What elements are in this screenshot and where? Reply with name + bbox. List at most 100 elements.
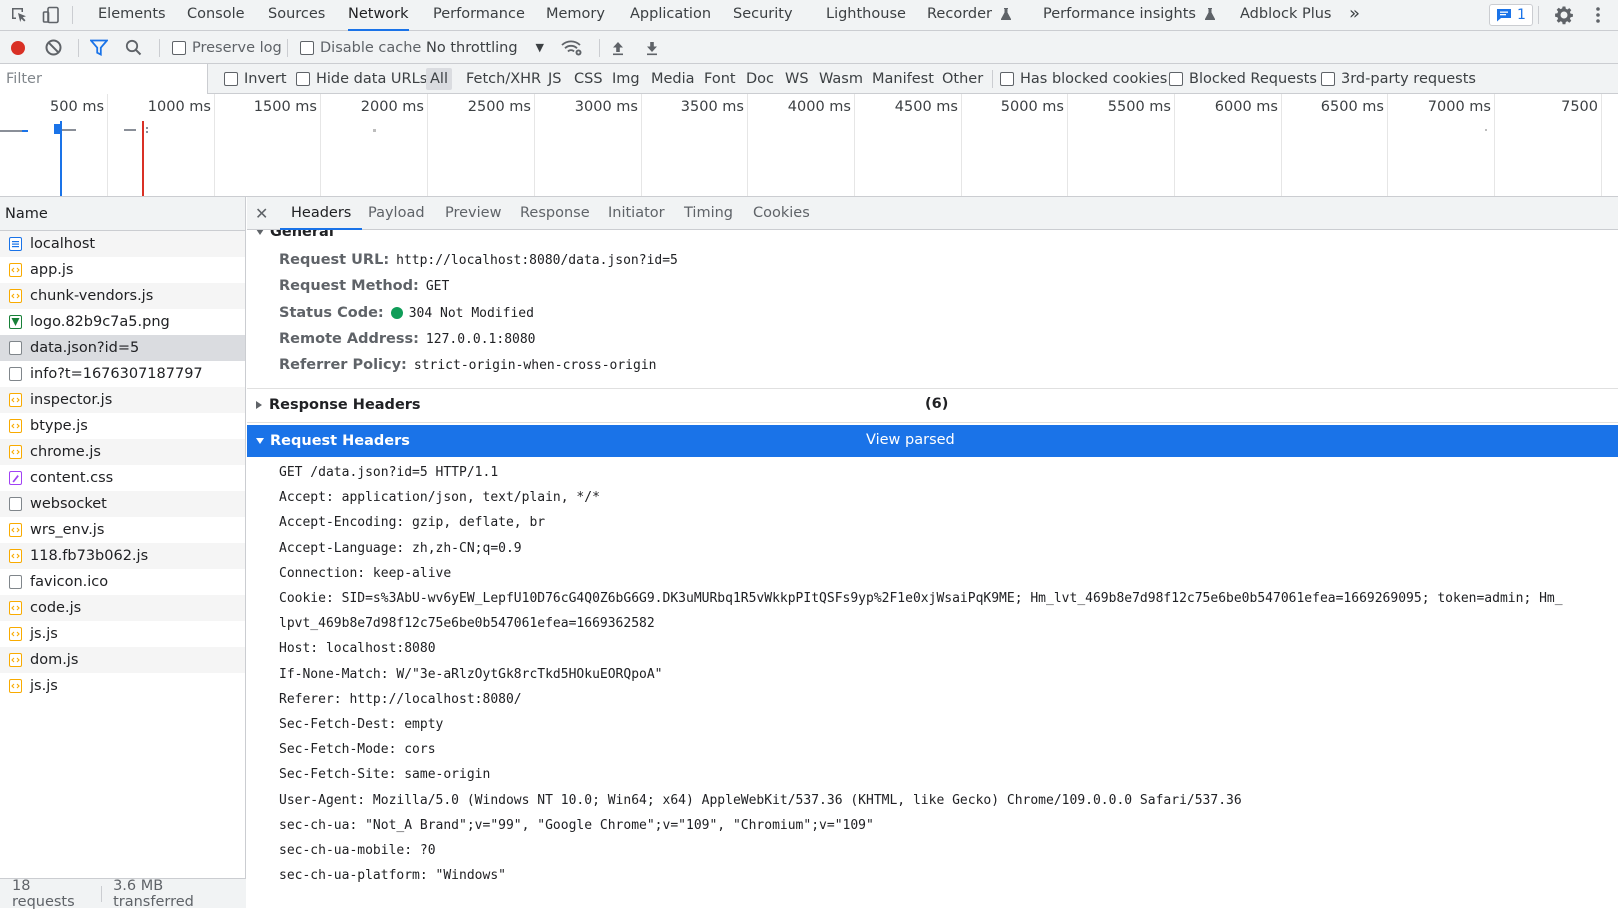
tab-preview[interactable]: Preview (445, 197, 501, 230)
request-row[interactable]: data.json?id=5 (0, 335, 245, 361)
device-toolbar-icon[interactable] (41, 5, 61, 25)
request-header-line: Connection: keep-alive (279, 566, 452, 581)
request-row[interactable]: app.js (0, 257, 245, 283)
tab-timing[interactable]: Timing (684, 197, 733, 230)
request-row[interactable]: chrome.js (0, 439, 245, 465)
request-row[interactable]: chunk-vendors.js (0, 283, 245, 309)
invert-checkbox[interactable]: Invert (224, 64, 287, 94)
type-filter-manifest[interactable]: Manifest (872, 64, 934, 94)
filter-toggle-button[interactable] (90, 31, 108, 64)
request-row[interactable]: js.js (0, 621, 245, 647)
request-row[interactable]: info?t=1676307187797 (0, 361, 245, 387)
type-filter-doc[interactable]: Doc (746, 64, 774, 94)
close-detail-icon[interactable]: ✕ (255, 197, 268, 230)
type-filter-font[interactable]: Font (704, 64, 736, 94)
third-party-requests-checkbox[interactable]: 3rd-party requests (1321, 64, 1476, 94)
view-parsed-link[interactable]: View parsed (866, 432, 955, 448)
type-filter-img[interactable]: Img (612, 64, 640, 94)
general-section-header[interactable]: General (256, 230, 334, 242)
request-row[interactable]: content.css (0, 465, 245, 491)
tab-performance[interactable]: Performance (433, 0, 525, 31)
filter-input[interactable]: Filter (0, 64, 208, 94)
script-file-icon (9, 601, 22, 615)
disable-cache-checkbox[interactable]: Disable cache (300, 31, 421, 64)
record-button[interactable] (10, 31, 26, 64)
type-filter-js[interactable]: JS (548, 64, 561, 94)
tab-elements[interactable]: Elements (98, 0, 166, 31)
preserve-log-label: Preserve log (192, 39, 282, 56)
request-header-line: Accept-Encoding: gzip, deflate, br (279, 515, 546, 530)
import-har-button[interactable] (610, 31, 626, 64)
settings-gear-icon[interactable] (1554, 5, 1574, 25)
request-row[interactable]: websocket (0, 491, 245, 517)
search-icon (125, 39, 142, 56)
request-row[interactable]: code.js (0, 595, 245, 621)
checkbox-box (172, 40, 186, 55)
tab-application[interactable]: Application (630, 0, 711, 31)
throttling-select[interactable]: No throttling ▼ (426, 31, 544, 64)
type-filter-css[interactable]: CSS (574, 64, 603, 94)
type-filter-wasm[interactable]: Wasm (819, 64, 863, 94)
script-file-icon (9, 523, 22, 537)
export-har-button[interactable] (644, 31, 660, 64)
tab-headers[interactable]: Headers (280, 197, 363, 230)
blocked-requests-checkbox[interactable]: Blocked Requests (1169, 64, 1317, 94)
request-row[interactable]: js.js (0, 673, 245, 699)
tab-payload[interactable]: Payload (368, 197, 425, 230)
name-column-header[interactable]: Name (0, 197, 245, 231)
search-button[interactable] (125, 31, 142, 64)
overview-waterfall-bar (146, 127, 148, 129)
tab-lighthouse[interactable]: Lighthouse (826, 0, 906, 31)
preserve-log-checkbox[interactable]: Preserve log (172, 31, 282, 64)
request-row[interactable]: btype.js (0, 413, 245, 439)
inspect-element-icon[interactable] (9, 5, 29, 25)
header-value: 304 Not Modified (408, 305, 534, 321)
network-overview-timeline[interactable]: 500 ms 1000 ms 1500 ms 2000 ms 2500 ms 3000 m… (0, 94, 1618, 197)
tab-sources[interactable]: Sources (268, 0, 325, 31)
type-filter-media[interactable]: Media (651, 64, 695, 94)
issues-badge[interactable]: 1 (1489, 4, 1533, 26)
request-headers-section-header[interactable]: Request Headers View parsed (247, 425, 1618, 457)
has-blocked-cookies-checkbox[interactable]: Has blocked cookies (1000, 64, 1167, 94)
response-headers-section-header[interactable]: Response Headers (6) (256, 392, 1618, 418)
tab-recorder[interactable]: Recorder (927, 0, 1011, 31)
has-blocked-cookies-label: Has blocked cookies (1020, 71, 1168, 87)
tab-performance-insights[interactable]: Performance insights (1043, 0, 1215, 31)
request-header-line: Sec-Fetch-Mode: cors (279, 742, 436, 757)
network-conditions-button[interactable] (561, 31, 583, 64)
clear-button[interactable] (45, 31, 62, 64)
request-name: wrs_env.js (30, 522, 105, 538)
more-options-kebab-icon[interactable] (1588, 5, 1608, 25)
request-name: 118.fb73b062.js (30, 548, 149, 564)
request-row[interactable]: 118.fb73b062.js (0, 543, 245, 569)
type-filter-all[interactable]: All (426, 68, 452, 90)
divider (78, 39, 79, 57)
type-filter-fetch-xhr[interactable]: Fetch/XHR (466, 64, 541, 94)
request-row[interactable]: logo.82b9c7a5.png (0, 309, 245, 335)
status-code-row: Status Code: 304 Not Modified (279, 300, 534, 326)
more-tabs-chevron-icon[interactable]: » (1349, 0, 1360, 31)
tab-adblock-plus[interactable]: Adblock Plus (1240, 0, 1331, 31)
request-name: data.json?id=5 (30, 340, 140, 356)
request-row[interactable]: inspector.js (0, 387, 245, 413)
remote-address-row: Remote Address: 127.0.0.1:8080 (279, 326, 536, 352)
tab-initiator[interactable]: Initiator (608, 197, 665, 230)
type-filter-other[interactable]: Other (942, 64, 983, 94)
third-party-requests-label: 3rd-party requests (1341, 71, 1476, 87)
tab-cookies[interactable]: Cookies (753, 197, 810, 230)
tab-security[interactable]: Security (733, 0, 793, 31)
request-row[interactable]: wrs_env.js (0, 517, 245, 543)
type-filter-ws[interactable]: WS (785, 64, 809, 94)
request-headers-title: Request Headers (270, 433, 410, 449)
tab-network[interactable]: Network (348, 0, 409, 31)
hide-data-urls-checkbox[interactable]: Hide data URLs (296, 64, 427, 94)
tab-response[interactable]: Response (520, 197, 590, 230)
request-row[interactable]: localhost (0, 231, 245, 257)
generic-file-icon (9, 497, 22, 511)
tab-memory[interactable]: Memory (546, 0, 605, 31)
checkbox-box (1321, 72, 1335, 86)
request-header-line: Sec-Fetch-Dest: empty (279, 717, 444, 732)
tab-console[interactable]: Console (187, 0, 245, 31)
request-row[interactable]: dom.js (0, 647, 245, 673)
request-row[interactable]: favicon.ico (0, 569, 245, 595)
